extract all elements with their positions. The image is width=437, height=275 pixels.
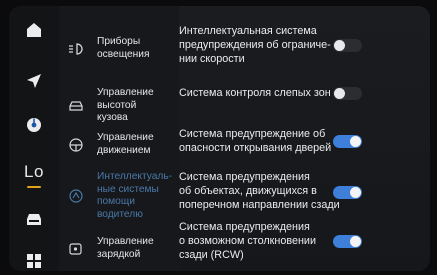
toggle-knob (350, 187, 361, 198)
home-icon[interactable] (21, 17, 47, 43)
menu-item-label: Управление движением (97, 132, 154, 156)
headlights-icon (67, 41, 85, 57)
apps-grid-icon[interactable] (21, 248, 47, 271)
menu-item-charging[interactable]: Управление зарядкой (67, 236, 167, 261)
setting-label: Система предупреждение об опасности откры… (179, 128, 332, 155)
speed-limit-toggle[interactable] (333, 39, 362, 52)
toggle-knob (350, 136, 361, 147)
setting-label: Система предупреждения о возможном столкн… (179, 221, 316, 262)
setting-label: Интеллектуальная система предупреждения о… (179, 25, 331, 66)
active-indicator (27, 186, 41, 188)
menu-item-driving[interactable]: Управление движением (67, 132, 167, 157)
app-window: Lo Приборы освещения Управление высотой куз… (9, 6, 430, 271)
menu-item-label: Управление зарядкой (97, 236, 154, 260)
menu-item-driver-assist[interactable]: Интеллектуаль-ные системы помощи водителю (67, 171, 172, 221)
setting-label: Система контроля слепых зон (179, 87, 331, 99)
door-open-warning-toggle[interactable] (333, 135, 362, 148)
music-disc-icon[interactable] (21, 112, 47, 138)
blind-spot-toggle[interactable] (333, 87, 362, 100)
setting-label: Система предупреждения об объектах, движу… (179, 171, 340, 212)
menu-item-label: Приборы освещения (97, 36, 150, 60)
toggle-knob (350, 236, 361, 247)
lo-brand-icon[interactable]: Lo (21, 159, 47, 185)
menu-item-label: Управление высотой кузова (97, 87, 154, 124)
driver-assist-icon (67, 188, 85, 204)
settings-panel: Интеллектуальная система предупреждения о… (179, 6, 430, 271)
toggle-knob (334, 88, 345, 99)
menu-item-lights[interactable]: Приборы освещения (67, 36, 167, 61)
icon-sidebar: Lo (9, 6, 59, 271)
car-body-icon (67, 98, 85, 114)
steering-wheel-icon (67, 137, 85, 153)
car-icon[interactable] (21, 207, 47, 233)
rear-cross-traffic-toggle[interactable] (333, 186, 362, 199)
menu-item-label: Интеллектуаль-ные системы помощи водителю (97, 171, 173, 220)
toggle-knob (334, 40, 345, 51)
charging-icon (67, 241, 85, 257)
navigation-arrow-icon[interactable] (21, 68, 47, 94)
rcw-toggle[interactable] (333, 235, 362, 248)
menu-item-body-height[interactable]: Управление высотой кузова (67, 87, 167, 125)
settings-category-menu: Приборы освещения Управление высотой кузова… (67, 6, 172, 271)
